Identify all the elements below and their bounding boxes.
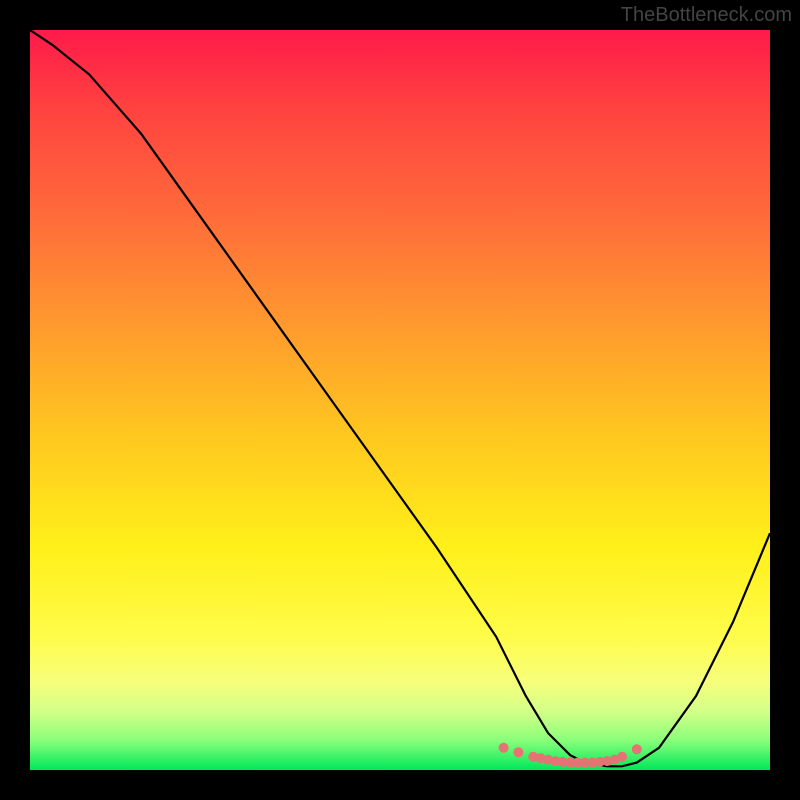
chart-area <box>30 30 770 770</box>
valley-dot <box>632 744 642 754</box>
valley-dot <box>499 743 509 753</box>
bottleneck-curve-svg <box>30 30 770 770</box>
valley-dot <box>617 752 627 762</box>
curve-path <box>30 30 770 766</box>
valley-dot <box>513 747 523 757</box>
watermark-text: TheBottleneck.com <box>621 4 792 27</box>
